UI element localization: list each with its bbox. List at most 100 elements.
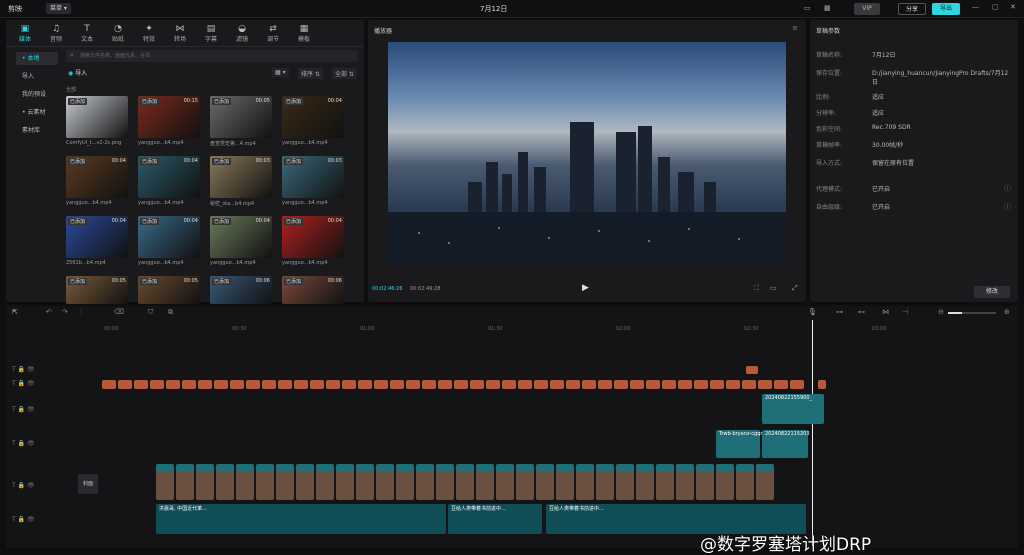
subtitle-clip[interactable] — [118, 380, 132, 389]
player-menu-icon[interactable]: ≡ — [792, 24, 798, 32]
subtitle-clip[interactable] — [438, 380, 452, 389]
track-controls[interactable]: T 🔒 👁 — [12, 516, 35, 523]
subtitle-clip[interactable] — [278, 380, 292, 389]
media-thumbnail[interactable]: 已添加 00:05 — [66, 276, 128, 304]
media-thumbnail[interactable]: 已添加 00:03 — [210, 156, 272, 198]
snap-icon[interactable]: ⊷ — [858, 308, 865, 316]
link-icon[interactable]: ⊶ — [836, 308, 843, 316]
subtitle-clip[interactable] — [310, 380, 324, 389]
subtitle-clip[interactable] — [818, 380, 826, 389]
media-thumbnail[interactable]: 已添加 00:03 — [282, 156, 344, 198]
magnet-icon[interactable]: ⋈ — [882, 308, 889, 316]
main-track-clip[interactable] — [716, 464, 734, 500]
subtitle-clip[interactable] — [598, 380, 612, 389]
main-track-clip[interactable] — [616, 464, 634, 500]
main-track-clip[interactable] — [496, 464, 514, 500]
tool-tab-0[interactable]: ▣ 媒体 — [10, 24, 40, 43]
subtitle-clip[interactable] — [678, 380, 692, 389]
subtitle-clip[interactable] — [486, 380, 500, 389]
media-thumbnail[interactable]: 已添加 00:06 — [210, 276, 272, 304]
main-track-clip[interactable] — [696, 464, 714, 500]
filter-button[interactable]: 全部 ⇅ — [332, 68, 357, 79]
subtitle-clip[interactable] — [262, 380, 276, 389]
main-track-clip[interactable] — [596, 464, 614, 500]
subtitle-clip[interactable] — [774, 380, 788, 389]
subtitle-clip[interactable] — [374, 380, 388, 389]
export-button[interactable]: 导出 — [932, 3, 960, 15]
track-controls[interactable]: T 🔒 👁 — [12, 482, 35, 489]
preview-axis-icon[interactable]: ⊣ — [902, 308, 908, 316]
subtitle-clip[interactable] — [726, 380, 740, 389]
cover-button[interactable]: 封面 — [78, 474, 98, 494]
main-track-clip[interactable] — [636, 464, 654, 500]
vip-badge[interactable]: VIP — [854, 3, 880, 15]
tool-tab-7[interactable]: ◒ 滤镜 — [227, 24, 257, 43]
main-track-clip[interactable] — [156, 464, 174, 500]
main-track-clip[interactable] — [176, 464, 194, 500]
track-controls[interactable]: T 🔒 👁 — [12, 440, 35, 447]
play-icon[interactable]: ▶ — [582, 283, 589, 293]
import-button[interactable]: ◉ 导入 — [68, 68, 87, 79]
close-icon[interactable]: ✕ — [1010, 3, 1016, 11]
main-track-clip[interactable] — [276, 464, 294, 500]
main-track-clip[interactable] — [296, 464, 314, 500]
subtitle-clip[interactable] — [710, 380, 724, 389]
sidebar-item-3[interactable]: • 云素材 — [16, 106, 58, 119]
subtitle-clip[interactable] — [534, 380, 548, 389]
main-track-clip[interactable] — [456, 464, 474, 500]
tool-tab-4[interactable]: ✦ 特效 — [134, 24, 164, 43]
subtitle-clip[interactable] — [358, 380, 372, 389]
media-thumbnail[interactable]: 已添加 00:15 — [138, 96, 200, 138]
main-track-clip[interactable] — [416, 464, 434, 500]
media-thumbnail[interactable]: 已添加 00:05 — [210, 96, 272, 138]
minimize-icon[interactable]: — — [972, 3, 979, 11]
fullscreen-icon[interactable]: ⤢ — [792, 284, 798, 293]
sidebar-item-1[interactable]: 导入 — [16, 70, 58, 83]
text-clip[interactable] — [746, 366, 758, 374]
main-track-clip[interactable] — [216, 464, 234, 500]
subtitle-clip[interactable] — [166, 380, 180, 389]
zoom-in-icon[interactable]: ⊕ — [1004, 308, 1010, 316]
main-track-clip[interactable] — [476, 464, 494, 500]
mic-icon[interactable]: 🎙 — [808, 308, 817, 316]
main-track-clip[interactable] — [676, 464, 694, 500]
edit-button[interactable]: 修改 — [974, 286, 1010, 298]
tool-tab-1[interactable]: ♫ 音频 — [41, 24, 71, 43]
subtitle-clip[interactable] — [406, 380, 420, 389]
subtitle-clip[interactable] — [198, 380, 212, 389]
track-controls[interactable]: T 🔒 👁 — [12, 380, 35, 387]
subtitle-clip[interactable] — [518, 380, 532, 389]
media-thumbnail[interactable]: 已添加 00:04 — [282, 216, 344, 258]
media-thumbnail[interactable]: 已添加 00:04 — [66, 156, 128, 198]
subtitle-clip[interactable] — [614, 380, 628, 389]
playhead[interactable] — [812, 320, 813, 546]
shortcut-icon[interactable]: ▦ — [824, 4, 831, 12]
subtitle-clip[interactable] — [422, 380, 436, 389]
subtitle-clip[interactable] — [662, 380, 676, 389]
layout-icon[interactable]: ▭ — [804, 4, 811, 12]
subtitle-clip[interactable] — [550, 380, 564, 389]
media-thumbnail[interactable]: 已添加 00:04 — [66, 216, 128, 258]
subtitle-clip[interactable] — [566, 380, 580, 389]
subtitle-clip[interactable] — [326, 380, 340, 389]
main-track-clip[interactable] — [396, 464, 414, 500]
subtitle-clip[interactable] — [582, 380, 596, 389]
main-track-clip[interactable] — [376, 464, 394, 500]
subtitle-clip[interactable] — [470, 380, 484, 389]
main-track-clip[interactable] — [556, 464, 574, 500]
redo-icon[interactable]: ↷ — [62, 308, 68, 316]
subtitle-clip[interactable] — [630, 380, 644, 389]
subtitle-clip[interactable] — [246, 380, 260, 389]
zoom-slider[interactable] — [948, 312, 996, 314]
main-track-clip[interactable] — [356, 464, 374, 500]
video-clip[interactable]: 20240822155900_ — [762, 394, 824, 424]
subtitle-clip[interactable] — [694, 380, 708, 389]
subtitle-clip[interactable] — [646, 380, 660, 389]
main-track-clip[interactable] — [196, 464, 214, 500]
sidebar-item-0[interactable]: • 本地 — [16, 52, 58, 65]
delete-icon[interactable]: ⌫ — [114, 308, 124, 316]
fit-icon[interactable]: ⛶ — [754, 284, 759, 293]
subtitle-clip[interactable] — [230, 380, 244, 389]
marker-icon[interactable]: ⛉ — [148, 308, 153, 317]
tool-tab-2[interactable]: T 文本 — [72, 24, 102, 43]
